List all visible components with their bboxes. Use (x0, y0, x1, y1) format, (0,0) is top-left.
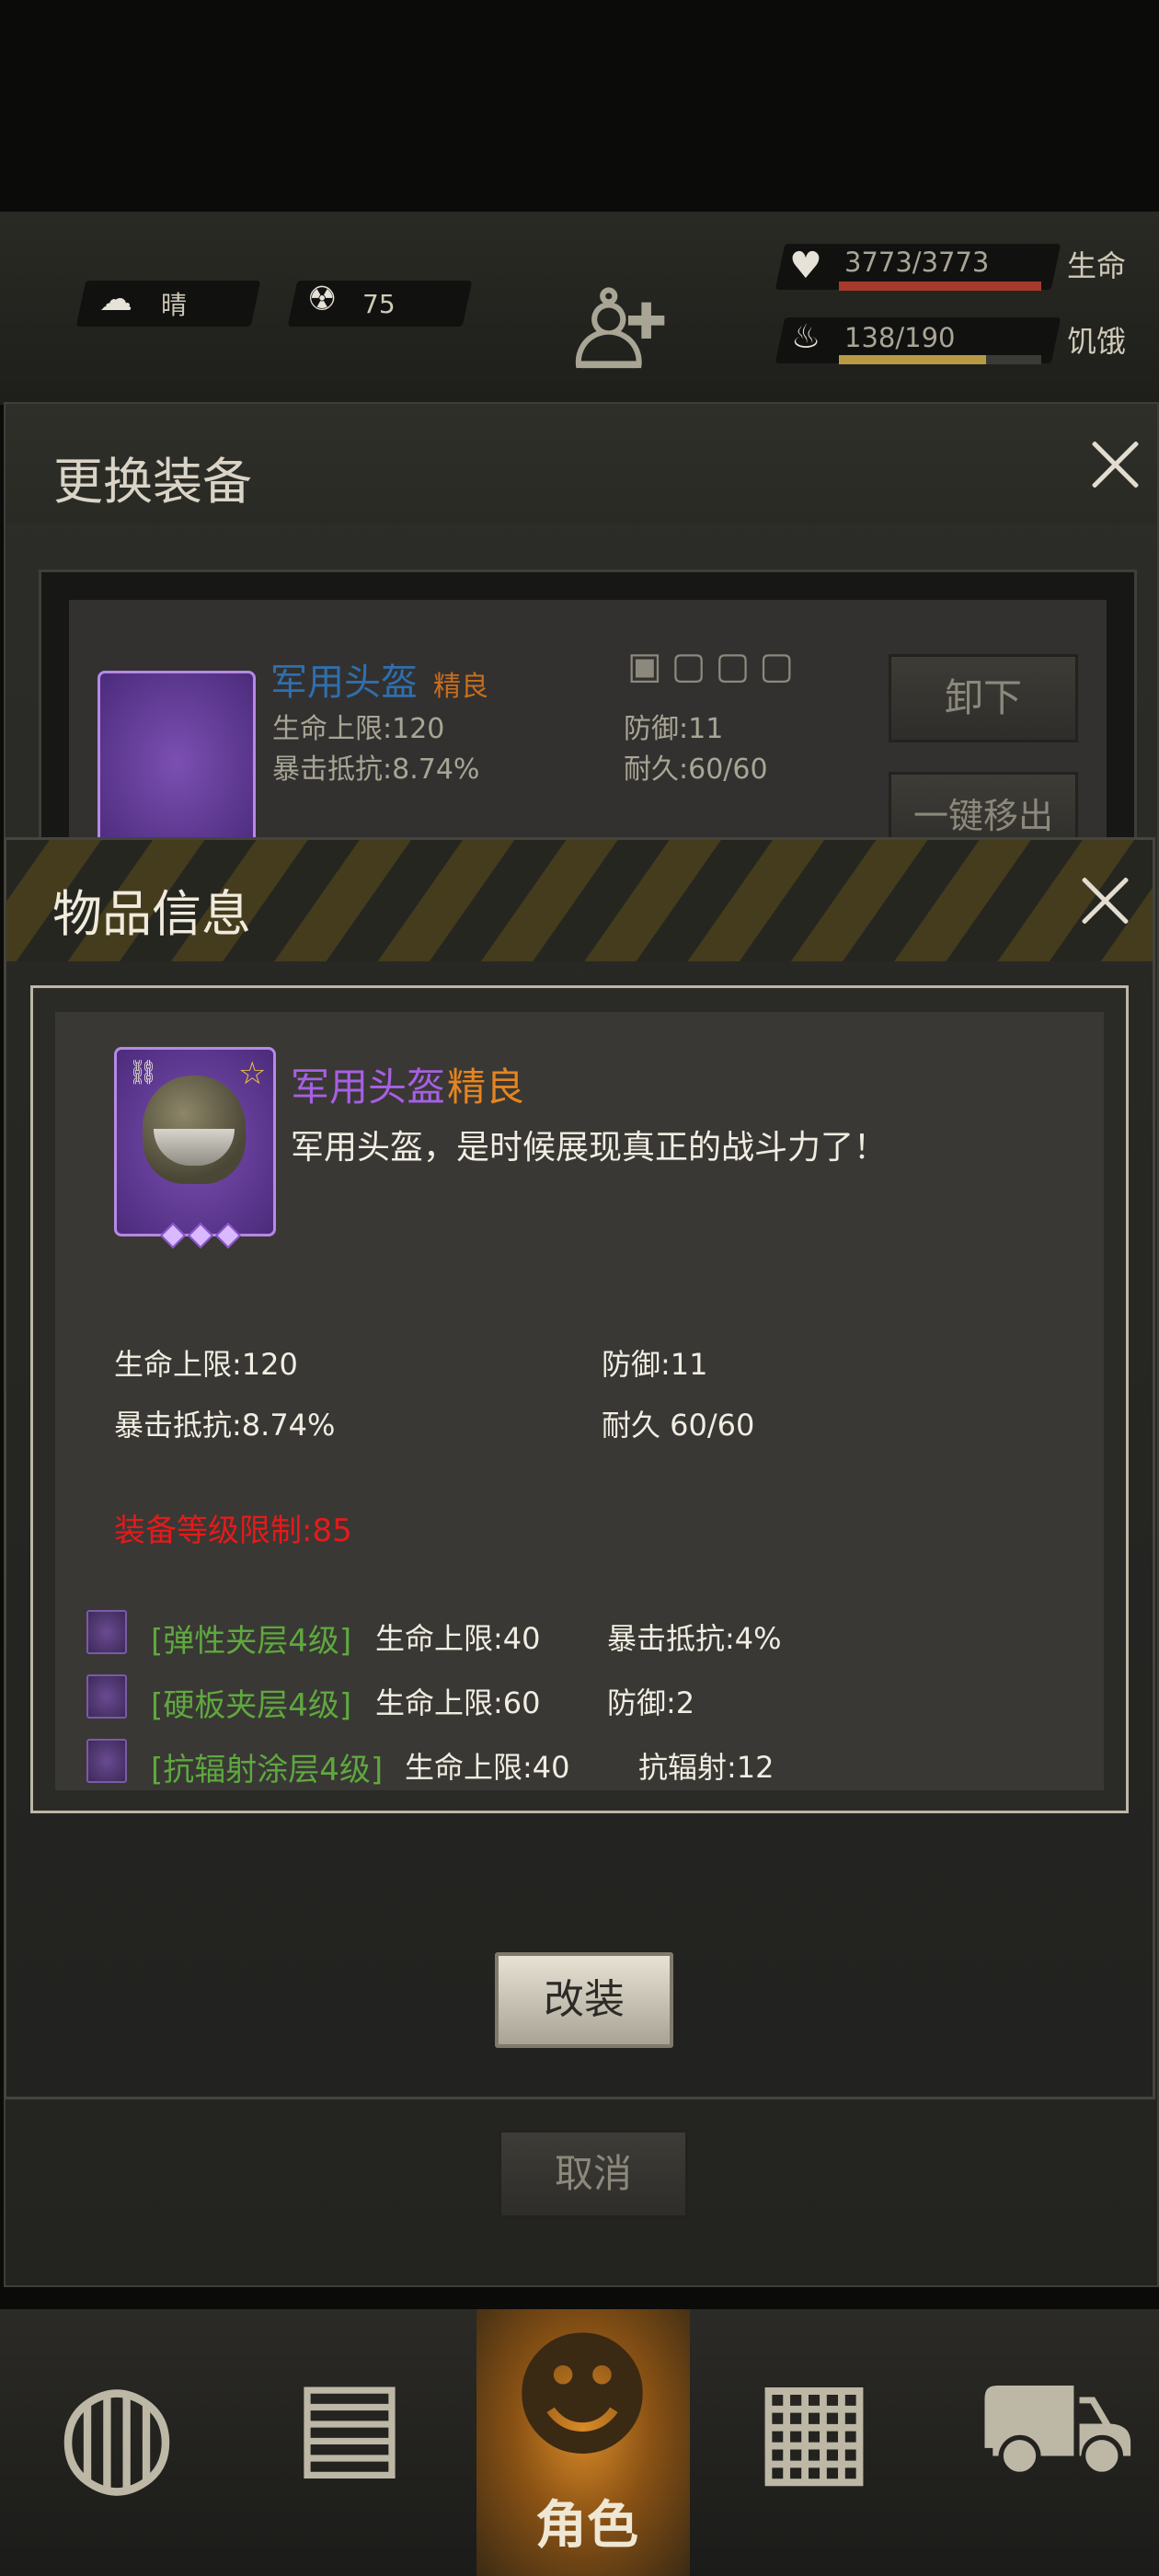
radio-icon[interactable]: ▦ (745, 2363, 883, 2491)
mod-icon-hard-plate (86, 1674, 127, 1719)
cart-icon[interactable]: ⛟ (975, 2363, 1137, 2491)
star-icon: ☆ (238, 1055, 267, 1092)
mod-icon-elastic-layer (86, 1610, 127, 1654)
equipped-stat-defense: 防御:11 (624, 713, 724, 745)
nav-label-character[interactable]: 角色 (522, 2484, 651, 2559)
item-info-dialog: 物品信息 (4, 837, 1155, 2099)
item-icon: ⛓ ☆ (114, 1047, 276, 1236)
stomach-icon: ♨ (791, 318, 821, 356)
close-icon[interactable] (1087, 437, 1142, 492)
stat-durability: 耐久 60/60 (602, 1408, 755, 1443)
item-description: 军用头盔，是时候展现真正的战斗力了！ (291, 1129, 888, 1167)
dialog-title: 更换装备 (53, 453, 252, 511)
heart-icon: ♥ (789, 245, 822, 287)
hunger-value: 138/190 (844, 322, 956, 353)
health-label: 生命 (1067, 248, 1127, 283)
globe-icon[interactable]: ◍ (48, 2363, 186, 2501)
modify-button[interactable]: 改装 (495, 1952, 673, 2048)
unequip-button[interactable]: 卸下 (889, 654, 1078, 742)
weather-icon: ☁ (99, 281, 132, 318)
equipped-stat-durability: 耐久:60/60 (624, 753, 768, 786)
mod-icon-anti-radiation (86, 1739, 127, 1783)
radiation-value: 75 (362, 289, 396, 319)
armor-slot-icons: ▣▢▢▢ (627, 645, 804, 687)
mod-stat: 抗辐射:12 (638, 1750, 775, 1785)
equipped-stat-hp: 生命上限:120 (272, 713, 445, 745)
equipped-item-icon[interactable] (98, 671, 256, 855)
item-name: 军用头盔 (291, 1064, 446, 1110)
stat-crit-resist: 暴击抵抗:8.74% (114, 1408, 336, 1443)
mod-stat: 生命上限:60 (375, 1685, 541, 1720)
weather-text: 晴 (161, 290, 188, 320)
radiation-icon: ☢ (307, 281, 338, 318)
mod-stat: 防御:2 (607, 1685, 695, 1720)
cancel-button[interactable]: 取消 (499, 2130, 688, 2218)
hunger-label: 饥饿 (1067, 324, 1127, 359)
stat-max-hp: 生命上限:120 (114, 1347, 298, 1382)
stat-defense: 防御:11 (602, 1347, 708, 1382)
mod-name: [抗辐射涂层4级] (151, 1752, 384, 1788)
mod-name: [硬板夹层4级] (151, 1687, 352, 1724)
dialog-title: 物品信息 (52, 885, 251, 943)
item-quality: 精良 (447, 1064, 525, 1110)
equipped-stat-crit: 暴击抵抗:8.74% (272, 753, 480, 786)
mod-stat: 暴击抵抗:4% (607, 1621, 782, 1656)
mod-stat: 生命上限:40 (375, 1621, 541, 1656)
backpack-icon[interactable]: ▤ (276, 2363, 423, 2482)
health-bar (839, 282, 1041, 291)
equipped-item-quality: 精良 (433, 671, 488, 703)
hunger-bar (839, 355, 1041, 364)
close-icon[interactable] (1077, 873, 1132, 928)
health-value: 3773/3773 (844, 247, 990, 278)
equipped-item-name: 军用头盔 (270, 661, 418, 704)
level-requirement: 装备等级限制:85 (114, 1512, 352, 1549)
link-icon: ⛓ (128, 1059, 159, 1087)
helmet-icon (143, 1075, 246, 1184)
mod-stat: 生命上限:40 (405, 1750, 570, 1785)
mod-name: [弹性夹层4级] (151, 1623, 352, 1660)
heal-plus-icon: ✚ (625, 293, 668, 351)
